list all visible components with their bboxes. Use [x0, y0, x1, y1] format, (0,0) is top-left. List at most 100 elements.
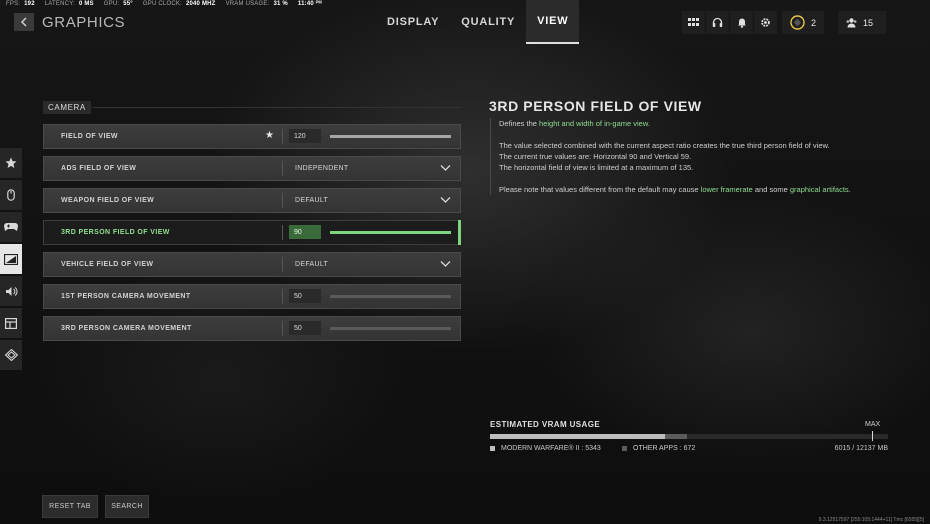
- vram-game-segment: [490, 434, 666, 439]
- section-header-camera: CAMERA: [43, 101, 91, 114]
- vram-legend-other: OTHER APPS : 672: [622, 445, 695, 452]
- highlight-text: graphical artifacts: [789, 185, 849, 194]
- rail-account[interactable]: [0, 340, 22, 370]
- gear-icon: [761, 18, 770, 27]
- description-paragraph: The value selected combined with the cur…: [499, 141, 830, 172]
- vram-max-marker: [872, 431, 873, 441]
- notifications-button[interactable]: [730, 11, 753, 34]
- graphics-icon: [4, 253, 18, 265]
- stat-gpu-temp: GPU: 55°: [103, 1, 133, 7]
- rail-audio[interactable]: [0, 276, 22, 306]
- 1st-person-camera-movement-slider[interactable]: [330, 295, 451, 298]
- chevron-down-icon[interactable]: [440, 164, 451, 172]
- ads-field-of-view-dropdown[interactable]: INDEPENDENT: [295, 157, 348, 180]
- party-icon: [846, 18, 857, 28]
- highlight-text: lower framerate: [700, 185, 753, 194]
- rail-graphics[interactable]: [0, 244, 22, 274]
- stat-clock: 11:40 ᴾᴹ: [297, 1, 322, 7]
- rail-interface[interactable]: [0, 308, 22, 338]
- row-separator: [282, 193, 283, 208]
- speaker-icon: [5, 286, 17, 296]
- controller-icon: [4, 223, 18, 231]
- page-title: GRAPHICS: [42, 14, 126, 31]
- tab-display[interactable]: DISPLAY: [376, 0, 450, 44]
- vram-max-label: MAX: [865, 421, 881, 428]
- setting-row-weapon-field-of-view[interactable]: WEAPON FIELD OF VIEW DEFAULT: [43, 188, 461, 213]
- build-version: 9.3.12517597 [255:105:1444+11] Tmc [6555…: [818, 517, 924, 523]
- vram-usage-bar: [490, 434, 888, 439]
- back-button[interactable]: [14, 13, 34, 31]
- stat-gpu-clock: GPU CLOCK: 2040 MHZ: [142, 1, 216, 7]
- setting-row-field-of-view[interactable]: FIELD OF VIEW ★ 120: [43, 124, 461, 149]
- setting-label: FIELD OF VIEW: [61, 133, 118, 140]
- category-rail: [0, 148, 22, 372]
- chevron-left-icon: [20, 17, 27, 27]
- settings-list: FIELD OF VIEW ★ 120 ADS FIELD OF VIEW IN…: [43, 124, 461, 348]
- legend-swatch: [622, 446, 627, 451]
- setting-row-3rd-person-field-of-view[interactable]: 3RD PERSON FIELD OF VIEW 90: [43, 220, 461, 245]
- field-of-view-value[interactable]: 120: [289, 129, 321, 143]
- legend-swatch: [490, 446, 495, 451]
- chevron-down-icon[interactable]: [440, 260, 451, 268]
- description-body: Defines the height and width of in-game …: [490, 118, 909, 195]
- search-button[interactable]: SEARCH: [105, 495, 149, 518]
- row-separator: [282, 129, 283, 144]
- setting-row-ads-field-of-view[interactable]: ADS FIELD OF VIEW INDEPENDENT: [43, 156, 461, 181]
- row-separator: [282, 321, 283, 336]
- vram-legend-game: MODERN WARFARE® II : 5343: [490, 445, 601, 452]
- setting-row-3rd-person-camera-movement[interactable]: 3RD PERSON CAMERA MOVEMENT 50: [43, 316, 461, 341]
- slider-fill: [330, 231, 451, 234]
- row-separator: [282, 289, 283, 304]
- description-paragraph: Defines the height and width of in-game …: [499, 119, 650, 128]
- performance-stats: FPS: 192 LATENCY: 0 MS GPU: 55° GPU CLOCK: 2…: [6, 1, 322, 11]
- rail-controller[interactable]: [0, 212, 22, 242]
- description-title: 3RD PERSON FIELD OF VIEW: [489, 98, 702, 114]
- vehicle-field-of-view-dropdown[interactable]: DEFAULT: [295, 253, 328, 276]
- tab-bar: DISPLAY QUALITY VIEW: [376, 0, 580, 44]
- stat-latency: LATENCY: 0 MS: [44, 1, 94, 7]
- setting-row-vehicle-field-of-view[interactable]: VEHICLE FIELD OF VIEW DEFAULT: [43, 252, 461, 277]
- headset-button[interactable]: [706, 11, 729, 34]
- row-separator: [282, 161, 283, 176]
- settings-button[interactable]: [754, 11, 777, 34]
- favorite-star-icon[interactable]: ★: [265, 130, 274, 141]
- setting-label: WEAPON FIELD OF VIEW: [61, 197, 155, 204]
- rail-mouse[interactable]: [0, 180, 22, 210]
- vram-total: 6015 / 12137 MB: [834, 445, 888, 452]
- weapon-field-of-view-dropdown[interactable]: DEFAULT: [295, 189, 328, 212]
- interface-icon: [5, 317, 17, 329]
- top-icon-bar: [682, 11, 777, 34]
- description-paragraph: Please note that values different from t…: [499, 185, 851, 194]
- rail-favorites[interactable]: [0, 148, 22, 178]
- stat-fps: FPS: 192: [6, 1, 35, 7]
- 1st-person-camera-movement-value[interactable]: 50: [289, 289, 321, 303]
- vram-title: ESTIMATED VRAM USAGE: [490, 420, 601, 429]
- party-count: 15: [863, 17, 874, 28]
- highlight-text: height and width of in-game view.: [539, 119, 650, 128]
- vram-legend: MODERN WARFARE® II : 5343 OTHER APPS : 6…: [490, 445, 888, 455]
- bell-icon: [737, 18, 746, 28]
- 3rd-person-camera-movement-slider[interactable]: [330, 327, 451, 330]
- party-button[interactable]: 15: [838, 11, 886, 34]
- reset-tab-button[interactable]: RESET TAB: [42, 495, 98, 518]
- setting-label: 3RD PERSON CAMERA MOVEMENT: [61, 325, 192, 332]
- setting-label: VEHICLE FIELD OF VIEW: [61, 261, 154, 268]
- setting-label: ADS FIELD OF VIEW: [61, 165, 137, 172]
- rank-emblem-icon: [790, 15, 805, 30]
- 3rd-person-camera-movement-value[interactable]: 50: [289, 321, 321, 335]
- tab-view[interactable]: VIEW: [526, 0, 580, 44]
- row-separator: [282, 257, 283, 272]
- network-icon: [4, 349, 18, 361]
- tab-quality[interactable]: QUALITY: [450, 0, 526, 44]
- notification-count: 2: [811, 17, 817, 28]
- 3rd-person-field-of-view-value[interactable]: 90: [289, 225, 321, 239]
- stat-vram-usage: VRAM USAGE: 31 %: [225, 1, 288, 7]
- field-of-view-slider[interactable]: [330, 135, 451, 138]
- rank-notification[interactable]: 2: [782, 11, 825, 34]
- menu-grid-button[interactable]: [682, 11, 705, 34]
- chevron-down-icon[interactable]: [440, 196, 451, 204]
- setting-row-1st-person-camera-movement[interactable]: 1ST PERSON CAMERA MOVEMENT 50: [43, 284, 461, 309]
- setting-label: 1ST PERSON CAMERA MOVEMENT: [61, 293, 191, 300]
- 3rd-person-field-of-view-slider[interactable]: [330, 231, 451, 234]
- vram-other-segment: [665, 434, 688, 439]
